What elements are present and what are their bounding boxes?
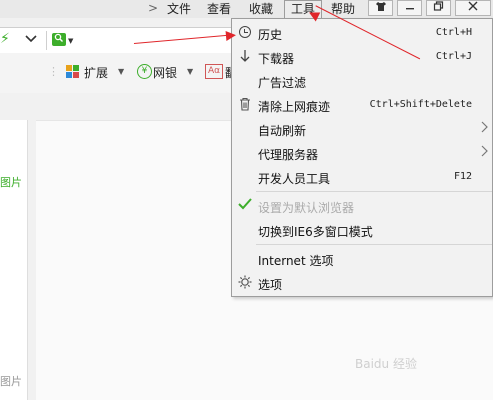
watermark: Baidu 经验 [355, 357, 417, 371]
toolbar-grip-icon: ⋮ [48, 65, 59, 78]
menu-item-label: 选项 [258, 278, 283, 292]
menu-item-label: 自动刷新 [258, 124, 307, 138]
bank-icon: ¥ [137, 64, 152, 79]
menu-item-dev-tools[interactable]: 开发人员工具 F12 [232, 166, 492, 188]
menu-file[interactable]: 文件 [167, 1, 191, 18]
left-panel-label[interactable]: 图片 [0, 174, 22, 190]
menu-item-label: 历史 [258, 28, 283, 42]
menu-item-label: 代理服务器 [258, 148, 319, 162]
maximize-button[interactable] [426, 0, 451, 16]
tools-menu: 历史 Ctrl+H 下载器 Ctrl+J 广告过滤 清除上网痕迹 Ctrl+Sh… [231, 18, 493, 297]
minimize-icon [405, 8, 414, 10]
chevron-right-icon [481, 121, 488, 136]
search-engine-icon[interactable] [52, 33, 66, 46]
menu-item-shortcut: Ctrl+Shift+Delete [369, 99, 472, 110]
close-icon [468, 1, 478, 11]
bank-dropdown-icon[interactable]: ▼ [187, 67, 193, 76]
menu-item-label: 开发人员工具 [258, 172, 331, 186]
menu-item-ie6-mode[interactable]: 切换到IE6多窗口模式 [232, 219, 492, 241]
menu-item-options[interactable]: 选项 [232, 272, 492, 294]
extensions-button[interactable]: 扩展 [84, 64, 108, 81]
left-panel-label[interactable]: 图片 [0, 373, 22, 389]
menu-separator [256, 244, 492, 245]
close-button[interactable] [455, 0, 491, 16]
skin-button[interactable] [368, 0, 393, 16]
shirt-icon [375, 2, 386, 11]
menu-bar: > 文件 查看 收藏 工具 帮助 [0, 0, 493, 18]
menu-favorites[interactable]: 收藏 [249, 1, 273, 18]
menu-item-clear-traces[interactable]: 清除上网痕迹 Ctrl+Shift+Delete [232, 94, 492, 116]
menu-item-shortcut: F12 [453, 171, 472, 182]
chevron-right-icon [481, 145, 488, 160]
menu-separator [256, 191, 492, 192]
menu-item-auto-refresh[interactable]: 自动刷新 [232, 118, 492, 140]
trash-icon [237, 97, 253, 113]
lightning-icon[interactable]: ⚡ [0, 31, 10, 47]
extensions-dropdown-icon[interactable]: ▼ [118, 67, 124, 76]
clock-icon [237, 25, 253, 41]
menu-item-proxy[interactable]: 代理服务器 [232, 142, 492, 164]
menu-item-downloader[interactable]: 下载器 Ctrl+J [232, 46, 492, 68]
check-icon [237, 198, 253, 214]
translate-icon: Aα [205, 64, 223, 79]
minimize-button[interactable] [397, 0, 422, 16]
menu-item-set-default: 设置为默认浏览器 [232, 195, 492, 217]
bank-button[interactable]: 网银 [153, 64, 177, 81]
menu-overflow-chevron-icon[interactable]: > [148, 1, 158, 15]
restore-icon [433, 1, 444, 11]
menu-item-history[interactable]: 历史 Ctrl+H [232, 22, 492, 44]
annotation-arrow-head [225, 30, 237, 41]
menu-item-ad-filter[interactable]: 广告过滤 [232, 70, 492, 92]
menu-item-label: 设置为默认浏览器 [258, 201, 355, 215]
menu-item-label: Internet 选项 [258, 254, 334, 268]
menu-item-label: 下载器 [258, 52, 295, 66]
menu-item-shortcut: Ctrl+J [435, 51, 472, 62]
menu-item-label: 切换到IE6多窗口模式 [258, 225, 373, 239]
extensions-icon [66, 65, 80, 79]
gear-icon [237, 275, 253, 291]
menu-item-label: 广告过滤 [258, 76, 307, 90]
chevron-down-icon[interactable] [25, 32, 37, 46]
menu-view[interactable]: 查看 [207, 1, 231, 18]
menu-item-label: 清除上网痕迹 [258, 100, 331, 114]
download-arrow-icon [237, 49, 253, 65]
search-engine-dropdown-icon[interactable]: ▼ [68, 37, 73, 45]
menu-item-shortcut: Ctrl+H [435, 27, 472, 38]
menu-item-internet-options[interactable]: Internet 选项 [232, 248, 492, 270]
left-panel [0, 120, 28, 400]
divider [46, 31, 47, 50]
